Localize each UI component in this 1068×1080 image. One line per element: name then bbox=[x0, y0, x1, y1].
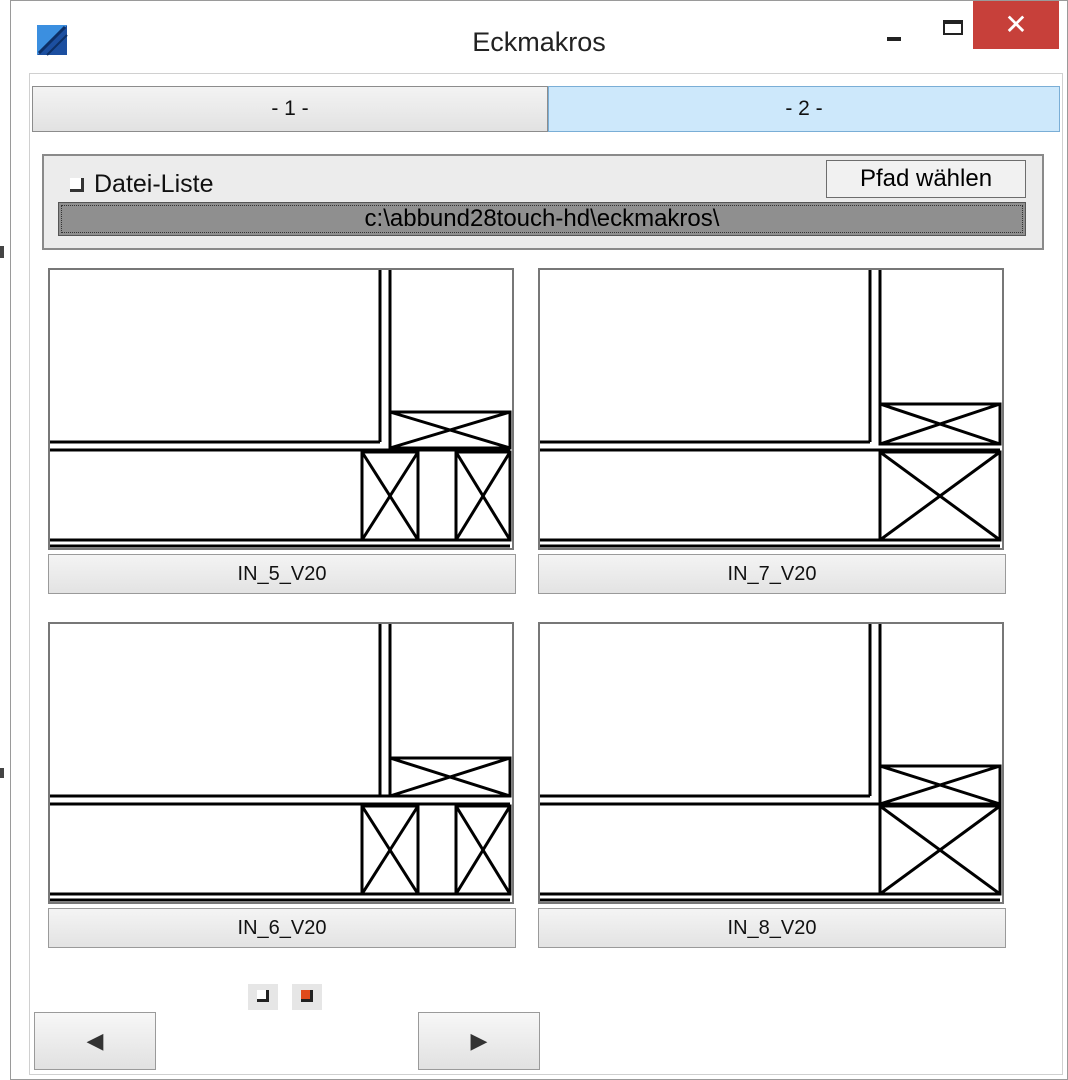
arrow-left-icon: ◀ bbox=[86, 1028, 104, 1053]
tab-2[interactable]: - 2 - bbox=[548, 86, 1060, 132]
choose-path-button[interactable]: Pfad wählen bbox=[826, 160, 1026, 198]
macro-name-button[interactable]: IN_6_V20 bbox=[48, 908, 516, 948]
macro-preview-in7[interactable] bbox=[538, 268, 1004, 550]
eckmakros-window: Eckmakros ✕ - 1 - - 2 - Datei-Liste Pfad… bbox=[10, 0, 1068, 1080]
macro-preview-in6[interactable] bbox=[48, 622, 514, 904]
path-panel: Datei-Liste Pfad wählen c:\abbund28touch… bbox=[42, 154, 1044, 250]
corner-drawing bbox=[540, 624, 1002, 902]
corner-drawing bbox=[50, 270, 512, 548]
macro-preview-in5[interactable] bbox=[48, 268, 514, 550]
file-list-label: Datei-Liste bbox=[94, 170, 214, 198]
minimize-button[interactable] bbox=[867, 11, 923, 51]
tab-1[interactable]: - 1 - bbox=[32, 86, 548, 132]
page-1-button[interactable] bbox=[248, 984, 278, 1010]
corner-drawing bbox=[540, 270, 1002, 548]
macro-name-button[interactable]: IN_7_V20 bbox=[538, 554, 1006, 594]
path-field[interactable]: c:\abbund28touch-hd\eckmakros\ bbox=[58, 202, 1026, 236]
corner-drawing bbox=[50, 624, 512, 902]
arrow-right-icon: ▶ bbox=[470, 1028, 488, 1053]
previous-page-button[interactable]: ◀ bbox=[34, 1012, 156, 1070]
file-list-checkbox[interactable]: Datei-Liste bbox=[70, 170, 214, 199]
macro-preview-in8[interactable] bbox=[538, 622, 1004, 904]
close-button[interactable]: ✕ bbox=[973, 1, 1059, 49]
page-2-button[interactable] bbox=[292, 984, 322, 1010]
checkbox-icon bbox=[70, 178, 84, 193]
next-page-button[interactable]: ▶ bbox=[418, 1012, 540, 1070]
macro-name-button[interactable]: IN_8_V20 bbox=[538, 908, 1006, 948]
edge-marker-top bbox=[0, 246, 4, 258]
macro-name-button[interactable]: IN_5_V20 bbox=[48, 554, 516, 594]
title-bar[interactable]: Eckmakros ✕ bbox=[11, 1, 1067, 73]
close-icon: ✕ bbox=[1004, 9, 1028, 40]
edge-marker-mid bbox=[0, 768, 4, 778]
client-area: - 1 - - 2 - Datei-Liste Pfad wählen c:\a… bbox=[29, 73, 1063, 1075]
